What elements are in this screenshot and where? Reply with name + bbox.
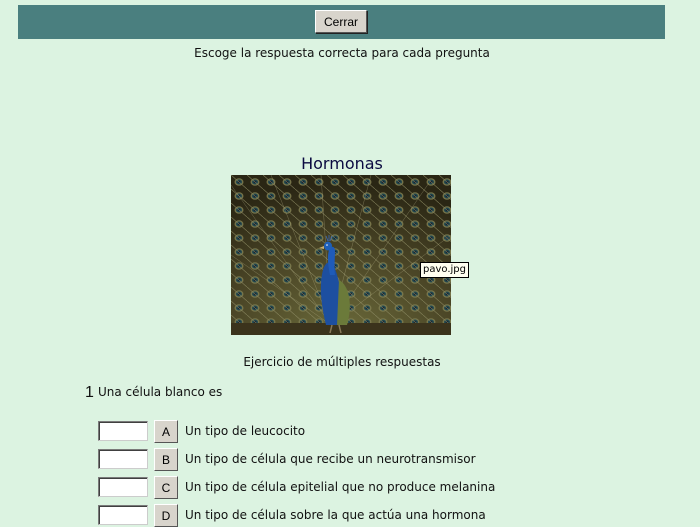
close-button[interactable]: Cerrar xyxy=(315,10,367,33)
answer-b-text: Un tipo de célula que recibe un neurotra… xyxy=(185,452,476,466)
answer-b-input[interactable] xyxy=(98,449,148,469)
exercise-type-label: Ejercicio de múltiples respuestas xyxy=(243,355,441,369)
answer-d-button[interactable]: D xyxy=(154,504,178,527)
answer-row-d: D Un tipo de célula sobre la que actúa u… xyxy=(98,504,598,527)
answer-d-text: Un tipo de célula sobre la que actúa una… xyxy=(185,508,486,522)
answer-b-button[interactable]: B xyxy=(154,448,178,471)
image-tooltip: pavo.jpg xyxy=(420,262,469,278)
answer-d-input[interactable] xyxy=(98,505,148,525)
answer-c-text: Un tipo de célula epitelial que no produ… xyxy=(185,480,496,494)
top-toolbar: Cerrar xyxy=(18,5,665,39)
page-title: Hormonas xyxy=(301,154,383,173)
answer-a-input[interactable] xyxy=(98,421,148,441)
answer-a-button[interactable]: A xyxy=(154,420,178,443)
instructions-text: Escoge la respuesta correcta para cada p… xyxy=(194,46,490,60)
peacock-illustration xyxy=(231,175,451,335)
answer-row-a: A Un tipo de leucocito xyxy=(98,420,598,443)
peacock-image xyxy=(231,175,451,335)
question-text: Una célula blanco es xyxy=(98,385,223,399)
answer-c-button[interactable]: C xyxy=(154,476,178,499)
answer-row-c: C Un tipo de célula epitelial que no pro… xyxy=(98,476,598,499)
answer-a-text: Un tipo de leucocito xyxy=(185,424,306,438)
answer-row-b: B Un tipo de célula que recibe un neurot… xyxy=(98,448,598,471)
question-number: 1 xyxy=(85,384,94,401)
answer-c-input[interactable] xyxy=(98,477,148,497)
